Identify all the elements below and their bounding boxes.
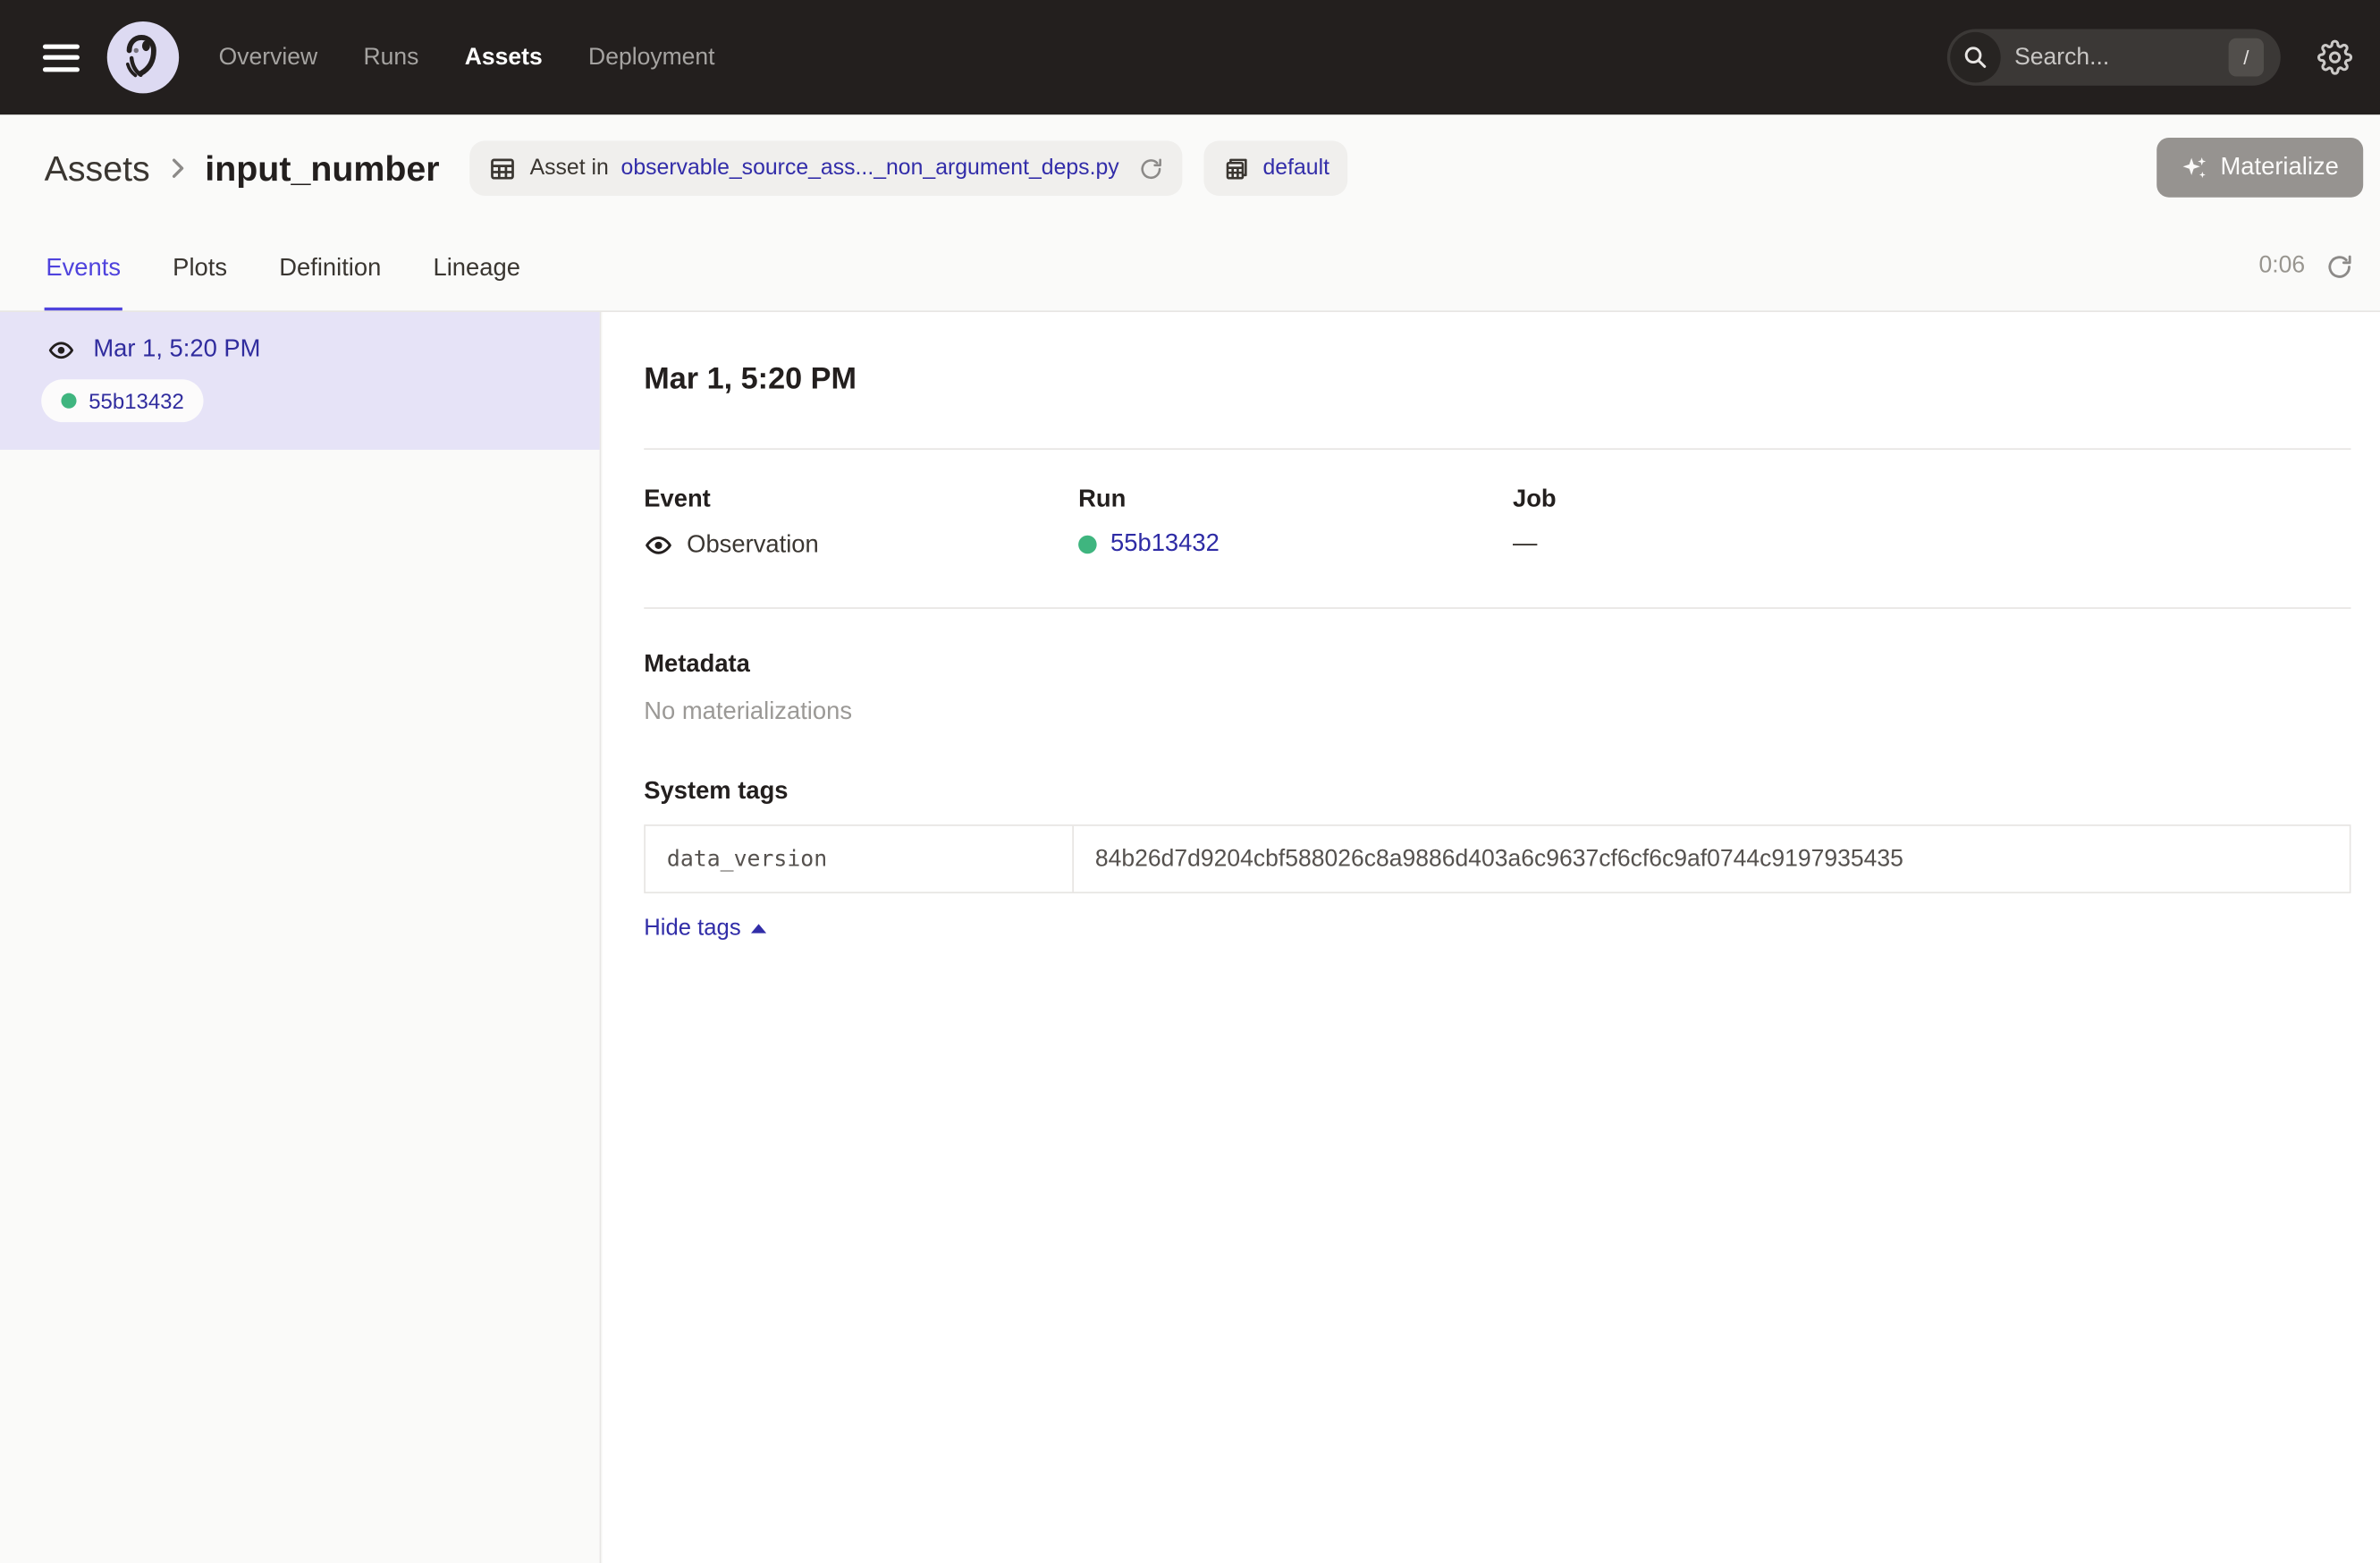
metadata-heading: Metadata [644,652,2350,680]
asset-definition-link[interactable]: observable_source_ass..._non_argument_de… [621,156,1119,181]
system-tags-table: data_version 84b26d7d9204cbf588026c8a988… [644,824,2350,893]
search-shortcut-badge: / [2229,38,2264,77]
dagster-logo[interactable] [107,21,179,93]
repository-link[interactable]: default [1263,156,1330,181]
nav-item-deployment[interactable]: Deployment [588,44,715,72]
divider [644,607,2350,609]
run-status-dot [1078,536,1097,554]
search-icon [1950,32,2000,82]
reload-definition-icon[interactable] [1137,156,1163,182]
run-column-header: Run [1078,486,1513,514]
event-list-sidebar: Mar 1, 5:20 PM 55b13432 [0,312,601,1563]
asset-definition-pill: Asset in observable_source_ass..._non_ar… [470,140,1182,196]
caret-up-icon [752,923,767,932]
main-nav: Overview Runs Assets Deployment [219,44,715,72]
event-column-header: Event [644,486,1078,514]
divider [644,448,2350,450]
event-detail-panel: Mar 1, 5:20 PM Event Observation [603,312,2380,1563]
metadata-empty-message: No materializations [644,699,2350,727]
nav-item-runs[interactable]: Runs [364,44,419,72]
tabs-row: Events Plots Definition Lineage 0:06 [0,222,2380,312]
nav-item-overview[interactable]: Overview [219,44,318,72]
event-type-value: Observation [687,532,819,560]
run-id-text: 55b13432 [89,389,184,413]
breadcrumb-assets-link[interactable]: Assets [45,148,150,189]
hide-tags-link[interactable]: Hide tags [644,915,767,941]
event-detail-title: Mar 1, 5:20 PM [644,362,2350,397]
repo-location-icon [1221,154,1251,183]
nav-item-assets[interactable]: Assets [465,44,543,72]
system-tags-heading: System tags [644,779,2350,807]
gear-icon[interactable] [2317,39,2352,74]
sparkle-icon [2181,154,2208,182]
page-title: input_number [205,148,439,189]
repository-pill[interactable]: default [1203,140,1348,196]
global-search[interactable]: / [1947,30,2281,86]
search-input[interactable] [2014,44,2190,72]
tag-value-cell: 84b26d7d9204cbf588026c8a9886d403a6c9637c… [1074,826,2350,892]
tab-plots[interactable]: Plots [171,256,228,311]
materialize-button[interactable]: Materialize [2156,138,2364,198]
event-timestamp: Mar 1, 5:20 PM [93,336,260,364]
refresh-icon[interactable] [2325,251,2354,281]
app-root: Overview Runs Assets Deployment / [0,0,2380,1563]
eye-icon [644,531,673,561]
octopus-icon [117,31,169,83]
eye-icon [47,336,75,364]
table-grid-icon [488,154,518,183]
top-nav-bar: Overview Runs Assets Deployment / [0,0,2380,114]
tab-events[interactable]: Events [45,256,122,311]
job-value: — [1513,531,1537,559]
tab-lineage[interactable]: Lineage [432,256,522,311]
materialize-label: Materialize [2220,154,2338,182]
hide-tags-label: Hide tags [644,915,740,941]
event-list-item[interactable]: Mar 1, 5:20 PM 55b13432 [0,312,600,450]
page-body: Mar 1, 5:20 PM 55b13432 Mar 1, 5:20 PM E… [0,312,2380,1563]
run-status-dot [61,393,76,409]
run-id-badge[interactable]: 55b13432 [41,379,204,422]
breadcrumb-chevron-icon [164,155,191,182]
refresh-countdown: 0:06 [2259,252,2306,280]
run-id-link[interactable]: 55b13432 [1110,531,1220,559]
job-column-header: Job [1513,486,2351,514]
breadcrumb-row: Assets input_number Asset in observable_… [0,114,2380,222]
tab-definition[interactable]: Definition [278,256,384,311]
hamburger-menu-icon[interactable] [43,37,80,78]
asset-in-label: Asset in [530,156,609,181]
tag-key-cell: data_version [646,826,1074,892]
